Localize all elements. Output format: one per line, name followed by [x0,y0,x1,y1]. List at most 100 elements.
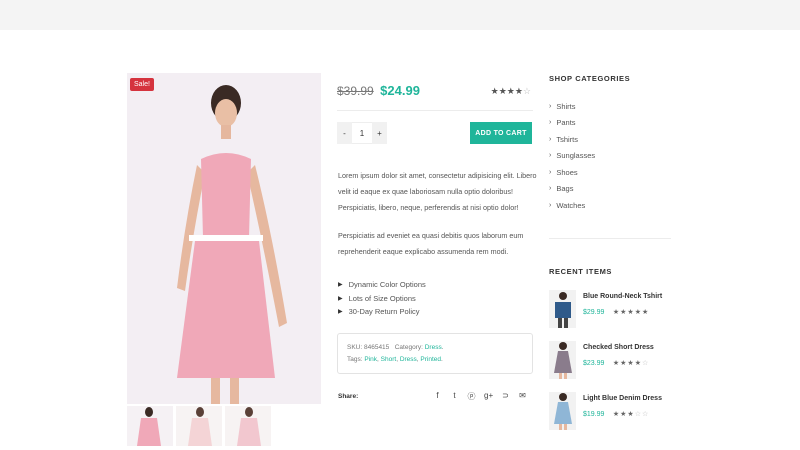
caret-right-icon: ▶ [338,282,343,289]
feature-item: ▶ 30-Day Return Policy [338,305,426,319]
recent-item-info: Blue Round-Neck Tshirt $29.99 ★★★★★ [583,293,662,319]
chevron-right-icon: › [549,152,552,160]
tag-link[interactable]: Printed [420,356,441,363]
product-main-image[interactable]: Sale! [127,73,321,404]
sale-badge: Sale! [130,78,154,91]
tag-link[interactable]: Pink [364,356,377,363]
recent-items-list: Blue Round-Neck Tshirt $29.99 ★★★★★ Chec… [549,290,679,443]
category-label: Sunglasses [556,151,596,161]
description-paragraph-2: Perspiciatis ad eveniet ea quasi debitis… [338,231,524,256]
recent-item-thumbnail[interactable] [549,392,576,430]
recent-item-name[interactable]: Checked Short Dress [583,344,654,351]
quantity-decrease-button[interactable]: - [337,122,352,144]
twitter-icon[interactable]: t [450,391,459,402]
recent-item-thumbnail[interactable] [549,341,576,379]
category-label: Shirts [556,101,576,111]
recent-item-name[interactable]: Blue Round-Neck Tshirt [583,293,662,300]
recent-item-rating-stars: ★★★★☆ [612,360,650,367]
rss-icon[interactable]: ⊃ [501,391,510,402]
category-item-shirts[interactable]: › Shirts [549,98,595,115]
recent-item-name[interactable]: Light Blue Denim Dress [583,395,662,402]
tag-link[interactable]: Dress [400,356,417,363]
share-icons: f t ⓟ g+ ⊃ ✉ [433,391,527,402]
thumbnail-3[interactable] [225,406,271,446]
category-item-shoes[interactable]: › Shoes [549,164,595,181]
quantity-increase-button[interactable]: + [372,122,387,144]
recent-item-price: $23.99 [583,360,605,367]
facebook-icon[interactable]: f [433,391,442,402]
category-label: Pants [556,118,576,128]
category-link[interactable]: Dress [425,344,442,351]
feature-item: ▶ Lots of Size Options [338,292,426,306]
recent-item[interactable]: Light Blue Denim Dress $19.99 ★★★☆☆ [549,392,679,443]
thumbnail-dress-illustration [225,406,271,446]
tag-link[interactable]: Short [381,356,397,363]
quantity-stepper: - 1 + [337,122,387,144]
thumbnail-dress-illustration [127,406,173,446]
category-item-sunglasses[interactable]: › Sunglasses [549,148,595,165]
chevron-right-icon: › [549,135,552,143]
product-meta-box: SKU: 8465415 Category: Dress. Tags: Pink… [337,333,533,374]
price-row: $39.99 $24.99 ★★★★☆ [337,82,533,102]
product-rating-stars: ★★★★☆ [490,86,531,96]
chevron-right-icon: › [549,102,552,110]
feature-label: 30-Day Return Policy [348,307,420,317]
thumbnail-strip [127,406,271,446]
google-plus-icon[interactable]: g+ [484,391,493,402]
feature-label: Dynamic Color Options [348,280,426,290]
category-label: Tshirts [556,134,579,144]
category-item-bags[interactable]: › Bags [549,181,595,198]
sku-label: SKU: [347,344,363,351]
dress-model-illustration [549,341,576,379]
half-star-icon: ★ [641,309,650,316]
recent-items-title: RECENT ITEMS [549,267,613,276]
model-figure-illustration [127,73,321,404]
denim-dress-model-illustration [549,392,576,430]
recent-item-info: Checked Short Dress $23.99 ★★★★☆ [583,344,654,370]
recent-item[interactable]: Blue Round-Neck Tshirt $29.99 ★★★★★ [549,290,679,341]
top-header-bar [0,0,800,30]
category-list: › Shirts › Pants › Tshirts › Sunglasses › Sho… [549,98,595,214]
half-star-icon: ★ [514,86,523,96]
share-label: Share: [338,393,359,400]
recent-item-thumbnail[interactable] [549,290,576,328]
chevron-right-icon: › [549,201,552,209]
category-label: Category: [394,344,423,351]
feature-item: ▶ Dynamic Color Options [338,278,426,292]
recent-item-rating-stars: ★★★★★ [612,309,650,316]
recent-item-price: $29.99 [583,309,605,316]
tshirt-model-illustration [549,290,576,328]
chevron-right-icon: › [549,168,552,176]
category-item-watches[interactable]: › Watches [549,197,595,214]
sidebar-divider [549,238,671,239]
chevron-right-icon: › [549,185,552,193]
caret-right-icon: ▶ [338,309,343,316]
shop-categories-title: SHOP CATEGORIES [549,74,631,83]
category-item-tshirts[interactable]: › Tshirts [549,131,595,148]
half-star-icon: ★ [634,360,642,367]
description-paragraph-1: Lorem ipsum dolor sit amet, consectetur … [338,171,537,212]
caret-right-icon: ▶ [338,295,343,302]
old-price: $39.99 [337,84,374,98]
category-label: Bags [556,184,574,194]
chevron-right-icon: › [549,119,552,127]
share-row: Share: f t ⓟ g+ ⊃ ✉ [338,391,532,402]
sku-value: 8465415 [363,344,390,351]
sku-category-line: SKU: 8465415 Category: Dress. [347,344,444,351]
thumbnail-1[interactable] [127,406,173,446]
recent-item-info: Light Blue Denim Dress $19.99 ★★★☆☆ [583,395,662,421]
pinterest-icon[interactable]: ⓟ [467,391,476,402]
tags-line: Tags: Pink, Short, Dress, Printed. [347,356,443,363]
sale-price: $24.99 [380,83,420,98]
thumbnail-2[interactable] [176,406,222,446]
recent-item-rating-stars: ★★★☆☆ [612,411,650,418]
recent-item[interactable]: Checked Short Dress $23.99 ★★★★☆ [549,341,679,392]
category-label: Watches [556,200,586,210]
feature-list: ▶ Dynamic Color Options ▶ Lots of Size Opt… [338,278,426,319]
thumbnail-dress-illustration [176,406,222,446]
category-item-pants[interactable]: › Pants [549,115,595,132]
quantity-input[interactable]: 1 [352,122,372,144]
tags-label: Tags: [347,356,363,363]
add-to-cart-button[interactable]: ADD TO CART [470,122,532,144]
email-icon[interactable]: ✉ [518,391,527,402]
